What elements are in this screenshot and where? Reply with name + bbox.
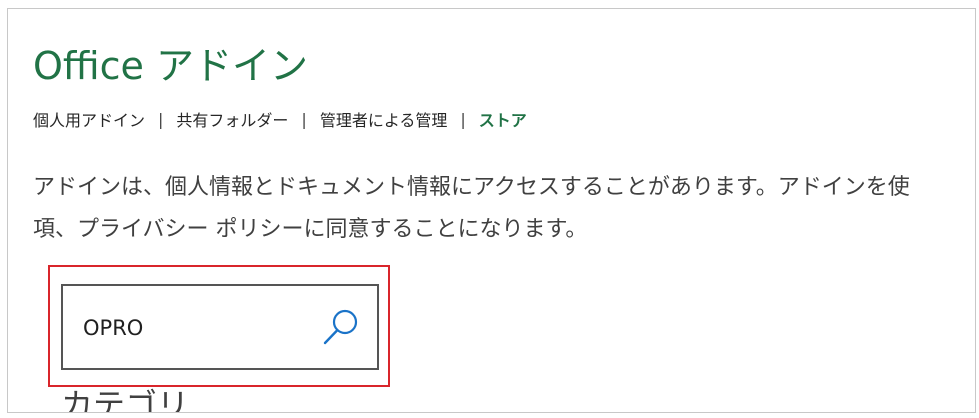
- search-icon: [323, 309, 358, 345]
- description-line-2: 項、プライバシー ポリシーに同意することになります。: [33, 217, 588, 242]
- dialog-title: Office アドイン: [33, 44, 308, 88]
- search-button[interactable]: [319, 304, 363, 350]
- office-addins-dialog: Office アドイン 個人用アドイン | 共有フォルダー | 管理者による管理…: [7, 8, 976, 413]
- privacy-description: アドインは、個人情報とドキュメント情報にアクセスすることがあります。アドインを使…: [33, 167, 910, 251]
- category-heading: カテゴリ: [61, 386, 190, 413]
- tab-shared-folder[interactable]: 共有フォルダー: [176, 107, 288, 131]
- search-input[interactable]: [83, 306, 303, 350]
- store-search-box: [61, 284, 379, 370]
- tab-separator: |: [460, 109, 466, 129]
- tab-my-addins[interactable]: 個人用アドイン: [33, 107, 145, 131]
- tab-separator: |: [158, 109, 164, 129]
- addin-tabs: 個人用アドイン | 共有フォルダー | 管理者による管理 | ストア: [33, 107, 527, 131]
- tab-store[interactable]: ストア: [479, 107, 527, 131]
- tab-admin-managed[interactable]: 管理者による管理: [320, 107, 448, 131]
- description-line-1: アドインは、個人情報とドキュメント情報にアクセスすることがあります。アドインを使: [33, 175, 910, 200]
- tab-separator: |: [301, 109, 307, 129]
